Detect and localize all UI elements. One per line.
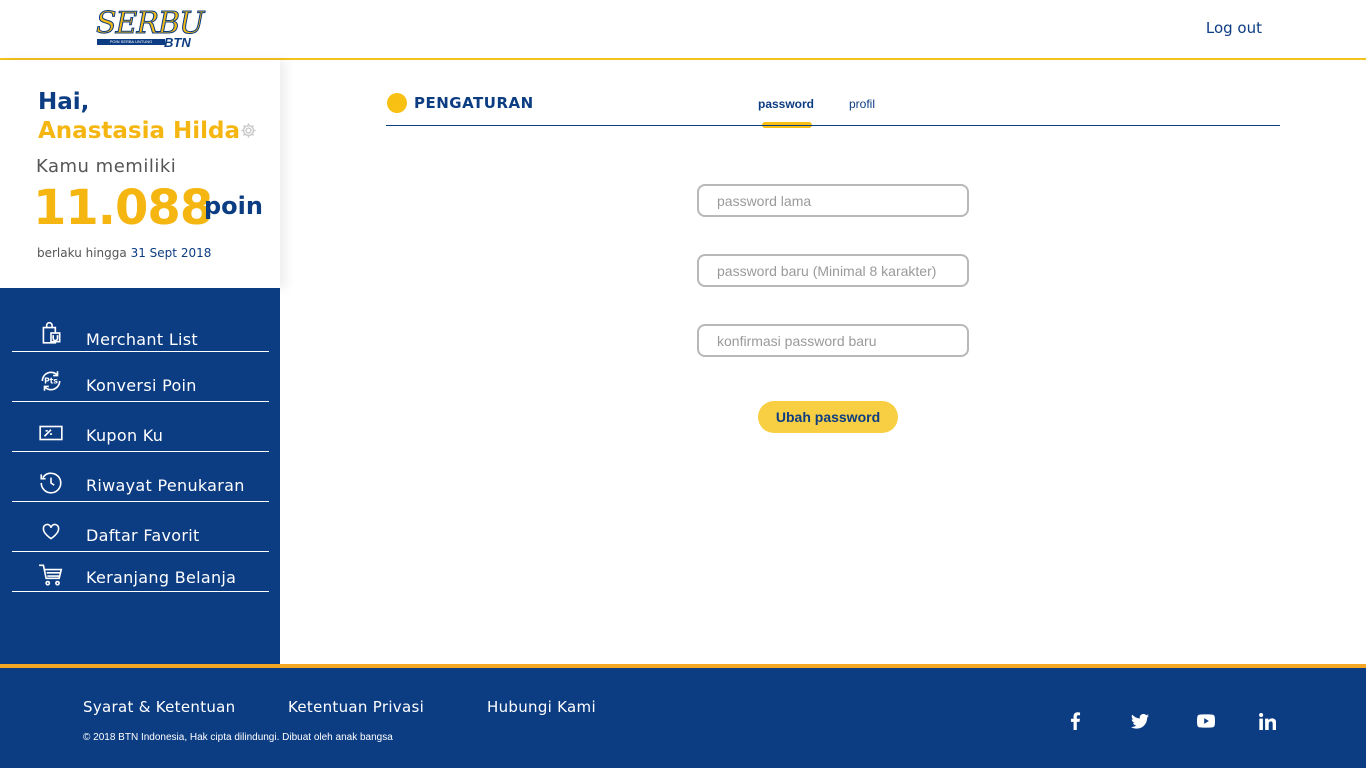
gear-icon[interactable] [240,122,257,139]
coupon-icon [39,425,63,441]
facebook-icon[interactable] [1064,710,1086,732]
points-unit: poin [204,192,263,220]
footer-link-terms[interactable]: Syarat & Ketentuan [83,698,236,716]
old-password-input[interactable] [697,184,969,217]
sidebar-item-label: Daftar Favorit [86,526,200,545]
linkedin-icon[interactable] [1256,710,1278,732]
page-title: PENGATURAN [414,94,534,112]
sidebar-item-konversi-poin[interactable]: Pts Konversi Poin [12,366,269,402]
youtube-icon[interactable] [1195,710,1217,732]
sidebar-item-label: Keranjang Belanja [86,568,237,587]
sidebar-item-merchant-list[interactable]: Merchant List [12,318,269,352]
footer-link-privacy[interactable]: Ketentuan Privasi [288,698,424,716]
points-convert-icon: Pts [41,371,61,391]
tab-divider [386,125,1280,126]
twitter-icon[interactable] [1129,710,1151,732]
sidebar-item-label: Konversi Poin [86,376,197,395]
tab-password[interactable]: password [758,97,814,111]
copyright-text: © 2018 BTN Indonesia, Hak cipta dilindun… [83,732,393,743]
settings-main: PENGATURAN password profil Ubah password [280,60,1366,664]
points-value: 11.088 [33,180,213,236]
sidebar-item-daftar-favorit[interactable]: Daftar Favorit [12,516,269,552]
sidebar-item-riwayat-penukaran[interactable]: Riwayat Penukaran [12,466,269,502]
new-password-input[interactable] [697,254,969,287]
top-header: SERBU POIN SERBA UNTUNG BTN Log out [0,0,1366,60]
points-validity: berlaku hingga 31 Sept 2018 [37,246,211,260]
sidebar-item-label: Merchant List [86,330,198,349]
confirm-password-input[interactable] [697,324,969,357]
sidebar-item-kupon-ku[interactable]: Kupon Ku [12,416,269,452]
site-footer: Syarat & Ketentuan Ketentuan Privasi Hub… [0,664,1366,768]
title-dot [387,93,407,113]
cart-icon [39,564,63,586]
logo-btn-text: BTN [164,35,191,50]
shopping-bag-icon [42,321,61,344]
greeting-text: Hai, [38,89,90,115]
tab-profil[interactable]: profil [849,97,875,111]
user-name: Anastasia Hilda [38,118,241,144]
change-password-button[interactable]: Ubah password [758,401,898,433]
points-intro: Kamu memiliki [36,156,177,177]
footer-link-contact[interactable]: Hubungi Kami [487,698,596,716]
sidebar-item-keranjang-belanja[interactable]: Keranjang Belanja [12,562,269,592]
logout-link[interactable]: Log out [1206,19,1262,37]
svg-text:Pts: Pts [44,377,58,386]
sidebar-item-label: Kupon Ku [86,426,164,445]
logo-tagline: POIN SERBA UNTUNG [97,39,165,45]
heart-icon [42,523,60,540]
history-icon [40,472,62,494]
serbu-btn-logo[interactable]: SERBU POIN SERBA UNTUNG BTN [95,7,206,52]
sidebar-item-label: Riwayat Penukaran [86,476,245,495]
validity-date: 31 Sept 2018 [130,246,212,260]
sidebar-nav: Merchant List Pts Konversi Poin Kupon Ku… [0,288,280,664]
profile-panel: Hai, Anastasia Hilda Kamu memiliki 11.08… [0,60,280,288]
validity-label: berlaku hingga [37,246,127,260]
